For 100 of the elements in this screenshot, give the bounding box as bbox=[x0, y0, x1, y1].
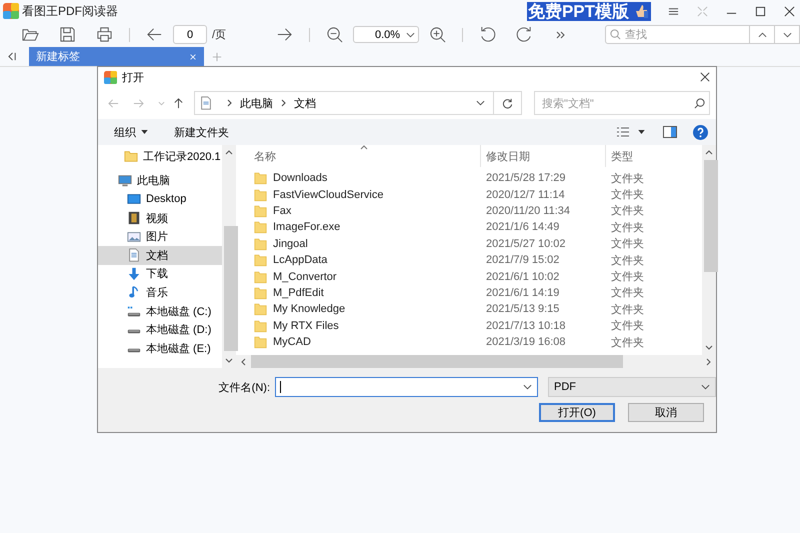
caret-icon bbox=[782, 32, 792, 38]
address-bar[interactable]: 此电脑 文档 bbox=[194, 91, 494, 115]
folder-icon bbox=[254, 220, 267, 234]
file-row[interactable]: MyCAD 2021/3/19 16:08 文件夹 bbox=[236, 334, 702, 350]
drive-icon bbox=[127, 329, 141, 334]
ad-banner[interactable]: 免费PPT模版 bbox=[526, 2, 651, 20]
nav-item[interactable]: 图片 bbox=[98, 227, 222, 246]
nav-item[interactable]: 本地磁盘 (C:) bbox=[98, 302, 222, 320]
filename-field[interactable] bbox=[275, 377, 538, 397]
chevron-icon bbox=[281, 99, 286, 107]
computer-icon bbox=[118, 174, 132, 188]
file-row[interactable]: My RTX Files 2021/7/13 10:18 文件夹 bbox=[236, 318, 702, 334]
nav-item[interactable]: 音乐 bbox=[98, 283, 222, 302]
scroll-left-icon[interactable] bbox=[241, 358, 246, 366]
column-header[interactable]: 类型 bbox=[606, 145, 702, 167]
close-icon[interactable] bbox=[700, 72, 710, 82]
nav-item[interactable]: 本地磁盘 (E:) bbox=[98, 338, 222, 358]
nav-item[interactable]: 文档 bbox=[98, 246, 222, 265]
column-header[interactable]: 修改日期 bbox=[481, 145, 606, 167]
file-row[interactable]: Fax 2020/11/20 11:34 文件夹 bbox=[236, 202, 702, 220]
folder-icon bbox=[254, 204, 267, 218]
pdf-logo-icon bbox=[3, 3, 19, 19]
scroll-up-icon[interactable] bbox=[705, 150, 713, 155]
rotate-right-icon[interactable] bbox=[516, 26, 534, 43]
folder-icon bbox=[254, 302, 267, 316]
caret-icon bbox=[758, 32, 766, 38]
nav-item[interactable]: 下载 bbox=[98, 264, 222, 284]
scrollbar[interactable] bbox=[702, 145, 716, 355]
file-row[interactable]: Jingoal 2021/5/27 10:02 文件夹 bbox=[236, 236, 702, 252]
dialog-button[interactable]: 打开(O) bbox=[539, 403, 615, 422]
zoom-in-icon[interactable] bbox=[429, 26, 446, 43]
file-row[interactable]: My Knowledge 2021/5/13 9:15 文件夹 bbox=[236, 301, 702, 318]
file-row[interactable]: Downloads 2021/5/28 17:29 文件夹 bbox=[236, 170, 702, 186]
print-icon[interactable] bbox=[96, 26, 113, 43]
file-row[interactable]: ImageFor.exe 2021/1/6 14:49 文件夹 bbox=[236, 219, 702, 236]
search-icon bbox=[694, 98, 705, 108]
caret-icon[interactable] bbox=[523, 384, 532, 390]
scroll-down-icon[interactable] bbox=[225, 358, 233, 363]
page-number-field[interactable]: 0 bbox=[173, 25, 207, 44]
menu-icon[interactable] bbox=[668, 6, 679, 16]
desktop-icon bbox=[127, 192, 141, 206]
zoom-select[interactable]: 0.0% bbox=[353, 26, 420, 43]
help-icon[interactable] bbox=[693, 124, 708, 140]
close-icon[interactable] bbox=[784, 6, 795, 16]
music-note-icon bbox=[127, 285, 141, 300]
scroll-down-icon[interactable] bbox=[705, 345, 713, 350]
up-arrow-icon[interactable] bbox=[173, 98, 184, 108]
file-type-select[interactable]: PDF bbox=[548, 377, 716, 397]
back-arrow-icon[interactable] bbox=[146, 26, 163, 43]
picture-icon bbox=[127, 230, 141, 244]
zoom-out-icon[interactable] bbox=[326, 26, 344, 43]
refresh-button[interactable] bbox=[494, 91, 522, 115]
file-row[interactable]: M_PdfEdit 2021/6/1 14:19 文件夹 bbox=[236, 284, 702, 302]
folder-icon bbox=[254, 171, 267, 186]
caret-icon bbox=[141, 130, 148, 134]
scroll-right-icon[interactable] bbox=[706, 358, 711, 366]
caret-icon bbox=[406, 32, 416, 38]
file-row[interactable]: FastViewCloudService 2020/12/7 11:14 文件夹 bbox=[236, 186, 702, 203]
scrollbar[interactable] bbox=[222, 145, 236, 368]
tab[interactable]: 新建标签 bbox=[29, 47, 204, 66]
caret-icon[interactable] bbox=[476, 100, 485, 106]
view-options-icon[interactable] bbox=[616, 126, 630, 138]
preview-pane-icon[interactable] bbox=[663, 126, 677, 138]
column-header[interactable]: 名称 bbox=[236, 145, 481, 167]
folder-icon bbox=[254, 335, 267, 350]
nav-item[interactable]: 视频 bbox=[98, 208, 222, 228]
nav-item[interactable]: 本地磁盘 (D:) bbox=[98, 320, 222, 339]
film-icon bbox=[127, 211, 141, 226]
more-icon[interactable] bbox=[555, 28, 568, 40]
dialog-button[interactable]: 取消 bbox=[628, 403, 704, 422]
search-icon bbox=[610, 29, 621, 40]
document-icon bbox=[127, 248, 141, 262]
file-row[interactable]: LcAppData 2021/7/9 15:02 文件夹 bbox=[236, 252, 702, 268]
scroll-up-icon[interactable] bbox=[225, 150, 233, 155]
caret-icon bbox=[701, 384, 710, 390]
pdf-logo-icon bbox=[104, 70, 117, 84]
folder-icon bbox=[254, 270, 267, 284]
rotate-left-icon[interactable] bbox=[479, 26, 496, 43]
forward-arrow-icon[interactable] bbox=[276, 26, 294, 43]
document-icon bbox=[199, 96, 213, 110]
command-button[interactable]: 组织 bbox=[114, 124, 148, 140]
nav-item[interactable]: 工作记录2020.1 bbox=[98, 147, 222, 166]
filename-label: 文件名(N): bbox=[218, 380, 270, 394]
folder-icon bbox=[254, 236, 267, 251]
scrollbar[interactable] bbox=[236, 355, 716, 368]
command-button[interactable]: 新建文件夹 bbox=[174, 124, 229, 140]
save-icon[interactable] bbox=[59, 26, 76, 43]
app-title: 看图王PDF阅读器 bbox=[22, 2, 118, 20]
nav-item[interactable]: 此电脑 bbox=[98, 172, 222, 190]
dialog-title: 打开 bbox=[122, 70, 144, 84]
folder-icon bbox=[254, 318, 267, 333]
page-suffix: /页 bbox=[212, 28, 226, 42]
file-row[interactable]: M_Convertor 2021/6/1 10:02 文件夹 bbox=[236, 268, 702, 285]
nav-item[interactable]: Desktop bbox=[98, 190, 222, 209]
collapse-panel-icon[interactable] bbox=[8, 52, 17, 61]
refresh-icon bbox=[502, 98, 513, 108]
caret-icon[interactable] bbox=[638, 130, 645, 134]
maximize-icon[interactable] bbox=[755, 6, 766, 16]
chevron-icon bbox=[227, 99, 232, 107]
drive-icon bbox=[127, 306, 141, 317]
